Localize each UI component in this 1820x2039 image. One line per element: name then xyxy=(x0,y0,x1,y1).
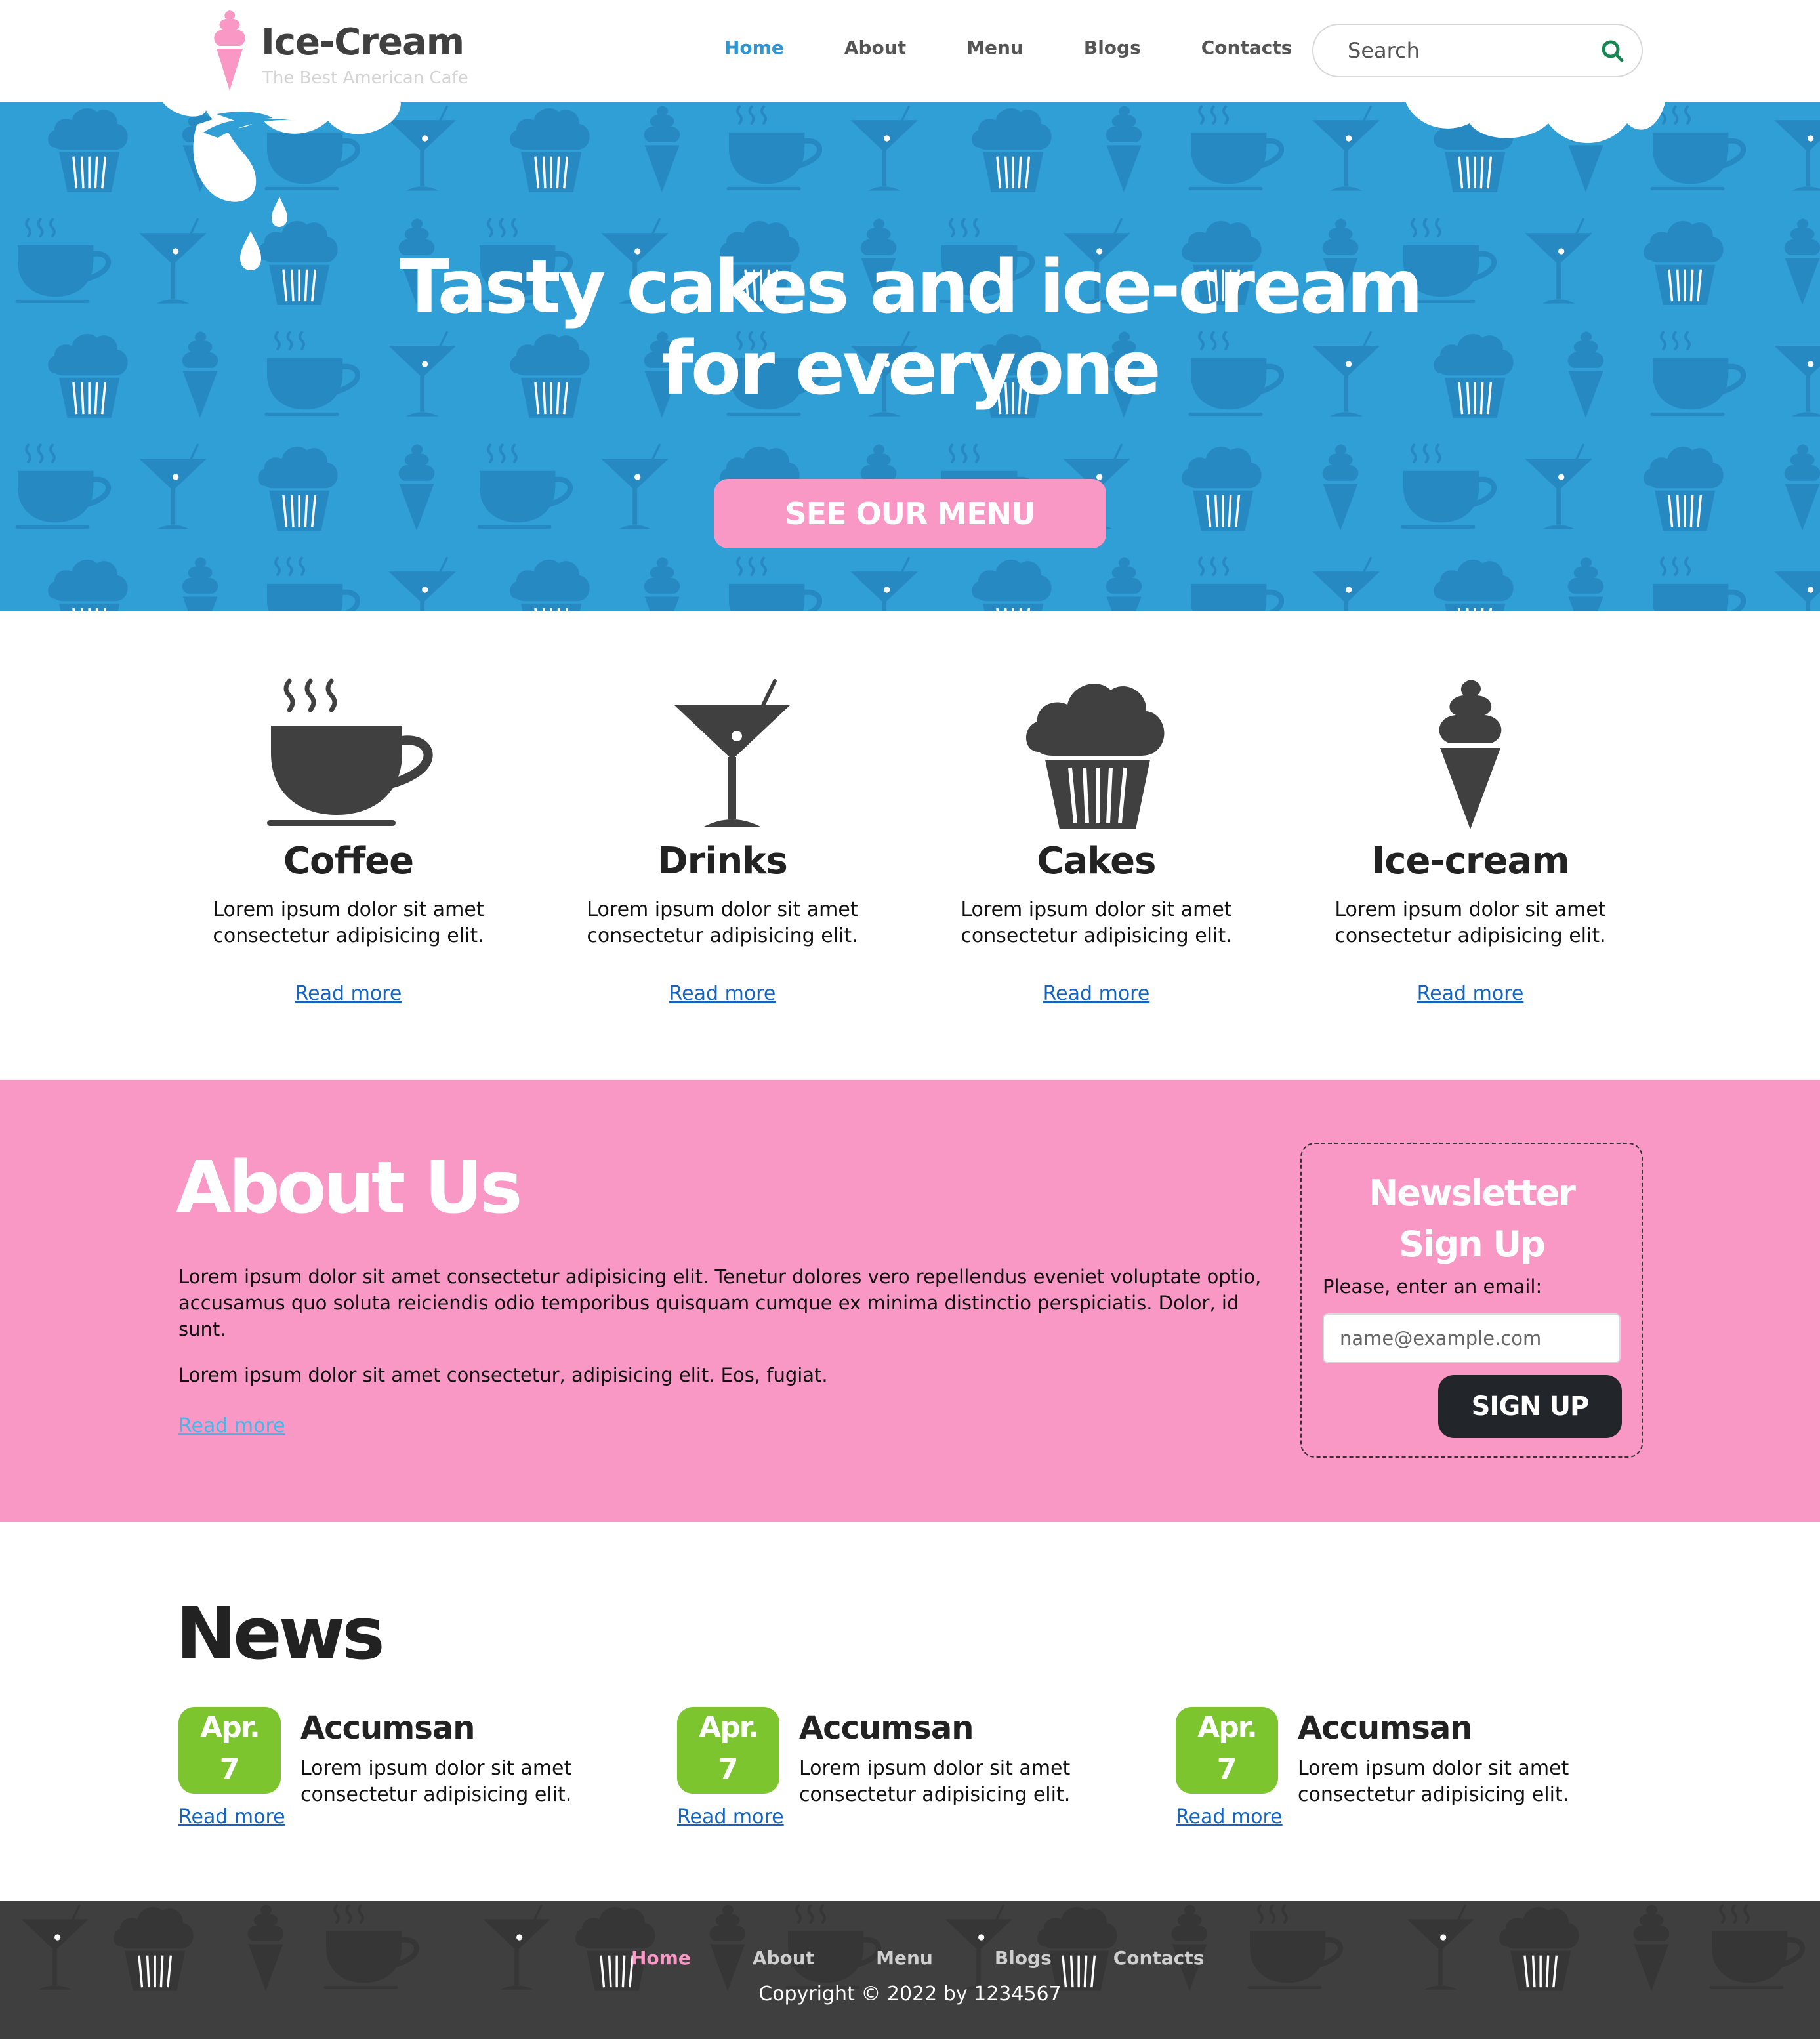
about-read-more-link[interactable]: Read more xyxy=(178,1414,285,1437)
feature-text: Lorem ipsum dolor sit amet consectetur a… xyxy=(213,898,484,947)
news-item-title: Accumsan xyxy=(799,1710,974,1746)
logo-title: Ice-Cream xyxy=(261,21,465,64)
features-section: Coffee Lorem ipsum dolor sit amet consec… xyxy=(0,611,1820,1080)
date-day: 7 xyxy=(219,1753,240,1786)
news-read-more-link[interactable]: Read more xyxy=(178,1805,285,1828)
about-section: About Us Lorem ipsum dolor sit amet cons… xyxy=(0,1080,1820,1522)
news-read-more-link[interactable]: Read more xyxy=(677,1805,784,1828)
feature-read-more-link[interactable]: Read more xyxy=(1043,982,1150,1005)
ice-cream-logo-icon xyxy=(214,10,245,91)
news-item-text: Lorem ipsum dolor sit amet consectetur a… xyxy=(1298,1757,1569,1806)
feature-card-cakes: Cakes Lorem ipsum dolor sit amet consect… xyxy=(932,674,1260,1005)
date-month: Apr. xyxy=(699,1711,759,1744)
feature-read-more-link[interactable]: Read more xyxy=(1417,982,1524,1005)
date-badge: Apr. 7 xyxy=(178,1707,281,1794)
feature-read-more-link[interactable]: Read more xyxy=(669,982,776,1005)
logo-subtitle: The Best American Cafe xyxy=(262,68,468,88)
feature-text: Lorem ipsum dolor sit amet consectetur a… xyxy=(1334,898,1606,947)
copyright-text: Copyright © 2022 by 1234567 xyxy=(758,1983,1062,2006)
footer-nav-about[interactable]: About xyxy=(753,1947,814,1969)
feature-text: Lorem ipsum dolor sit amet consectetur a… xyxy=(587,898,858,947)
footer-nav-menu[interactable]: Menu xyxy=(876,1947,933,1969)
about-paragraph: Lorem ipsum dolor sit amet consectetur a… xyxy=(178,1266,1262,1340)
news-section: News Apr. 7 Accumsan Lorem ipsum dolor s… xyxy=(0,1522,1820,1901)
news-item-title: Accumsan xyxy=(300,1710,475,1746)
newsletter-title: Newsletter Sign Up xyxy=(1302,1168,1642,1270)
footer-nav-blogs[interactable]: Blogs xyxy=(995,1947,1052,1969)
feature-title: Ice-cream xyxy=(1371,840,1569,882)
ice-cream-cone-icon xyxy=(1385,674,1556,832)
footer-pattern-background xyxy=(0,1901,1820,2039)
news-item-text: Lorem ipsum dolor sit amet consectetur a… xyxy=(300,1757,572,1806)
nav-contacts[interactable]: Contacts xyxy=(1201,37,1293,66)
footer-nav: Home About Menu Blogs Contacts xyxy=(631,1947,1266,1969)
feature-title: Cakes xyxy=(1037,840,1157,882)
news-item: Apr. 7 Accumsan Lorem ipsum dolor sit am… xyxy=(177,1707,663,1851)
coffee-cup-icon xyxy=(263,674,434,832)
news-item: Apr. 7 Accumsan Lorem ipsum dolor sit am… xyxy=(676,1707,1161,1851)
search-input[interactable] xyxy=(1348,37,1597,64)
newsletter-title-line1: Newsletter xyxy=(1369,1172,1576,1214)
news-item: Apr. 7 Accumsan Lorem ipsum dolor sit am… xyxy=(1174,1707,1660,1851)
date-day: 7 xyxy=(718,1753,739,1786)
nav-blogs[interactable]: Blogs xyxy=(1084,37,1141,66)
feature-title: Coffee xyxy=(283,840,414,882)
see-menu-button[interactable]: SEE OUR MENU xyxy=(714,479,1106,548)
cupcake-icon xyxy=(1011,674,1182,832)
feature-card-coffee: Coffee Lorem ipsum dolor sit amet consec… xyxy=(184,674,512,1005)
logo[interactable]: Ice-Cream The Best American Cafe xyxy=(209,9,484,94)
feature-text: Lorem ipsum dolor sit amet consectetur a… xyxy=(961,898,1232,947)
news-item-title: Accumsan xyxy=(1298,1710,1472,1746)
news-read-more-link[interactable]: Read more xyxy=(1176,1805,1283,1828)
nav-menu[interactable]: Menu xyxy=(966,37,1024,66)
date-month: Apr. xyxy=(200,1711,260,1744)
site-header: Ice-Cream The Best American Cafe Home Ab… xyxy=(0,0,1820,102)
nav-about[interactable]: About xyxy=(844,37,906,66)
date-badge: Apr. 7 xyxy=(1176,1707,1278,1794)
feature-card-ice-cream: Ice-cream Lorem ipsum dolor sit amet con… xyxy=(1306,674,1634,1005)
hero-title-line1: Tasty cakes and ice-cream xyxy=(399,245,1423,330)
about-title: About Us xyxy=(176,1145,522,1229)
footer-nav-contacts[interactable]: Contacts xyxy=(1113,1947,1205,1969)
newsletter-form: Newsletter Sign Up Please, enter an emai… xyxy=(1300,1143,1643,1458)
feature-read-more-link[interactable]: Read more xyxy=(295,982,402,1005)
feature-card-drinks: Drinks Lorem ipsum dolor sit amet consec… xyxy=(558,674,886,1005)
date-badge: Apr. 7 xyxy=(677,1707,779,1794)
hero-title-line2: for everyone xyxy=(661,326,1161,411)
cloud-drip-left-decoration xyxy=(160,92,401,270)
about-paragraph: Lorem ipsum dolor sit amet consectetur, … xyxy=(178,1364,828,1386)
newsletter-title-line2: Sign Up xyxy=(1399,1224,1546,1265)
site-footer: Home About Menu Blogs Contacts Copyright… xyxy=(0,1901,1820,2039)
date-day: 7 xyxy=(1216,1753,1237,1786)
cocktail-glass-icon xyxy=(637,674,808,832)
cloud-right-decoration xyxy=(1404,97,1666,143)
search-icon[interactable] xyxy=(1597,35,1628,67)
news-item-text: Lorem ipsum dolor sit amet consectetur a… xyxy=(799,1757,1071,1806)
main-nav: Home About Menu Blogs Contacts xyxy=(724,37,1352,66)
search-box xyxy=(1312,24,1643,77)
footer-nav-home[interactable]: Home xyxy=(631,1947,691,1969)
email-label: Please, enter an email: xyxy=(1323,1275,1542,1298)
news-title: News xyxy=(176,1592,385,1676)
date-month: Apr. xyxy=(1197,1711,1258,1744)
feature-title: Drinks xyxy=(657,840,788,882)
nav-home[interactable]: Home xyxy=(724,37,784,66)
sign-up-button[interactable]: SIGN UP xyxy=(1438,1375,1622,1438)
email-field[interactable] xyxy=(1323,1313,1621,1363)
